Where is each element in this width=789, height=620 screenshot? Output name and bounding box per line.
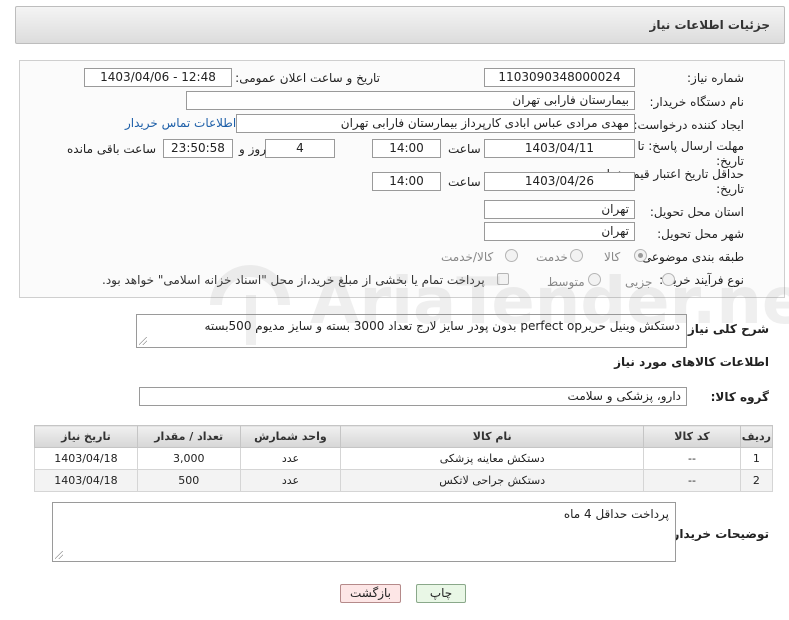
creator-field[interactable]: مهدی مرادی عباس ابادی کارپرداز بیمارستان… (236, 114, 635, 133)
province-field[interactable]: تهران (484, 200, 635, 219)
table-row[interactable]: 2 -- دستکش جراحی لاتکس عدد 500 1403/04/1… (34, 469, 774, 492)
cell-quantity: 3,000 (136, 447, 241, 470)
time-remaining-field[interactable]: 23:50:58 (163, 139, 233, 158)
buyer-notes-label: توضیحات خریدار: (667, 527, 769, 541)
cell-row-number: 1 (739, 447, 774, 470)
announce-date-field[interactable]: 1403/04/06 - 12:48 (84, 68, 232, 87)
cell-item-name: دستکش جراحی لاتکس (340, 469, 645, 492)
cell-item-code: -- (643, 469, 741, 492)
cell-unit: عدد (239, 469, 342, 492)
col-header-quantity: تعداد / مقدار (136, 425, 241, 448)
description-textarea[interactable]: دستکش وینیل حریرperfect op بدون پودر سای… (136, 314, 687, 348)
back-button[interactable]: بازگشت (340, 584, 401, 603)
page-header: جزئیات اطلاعات نیاز (15, 6, 785, 44)
col-header-row-number: ردیف (739, 425, 774, 448)
page-title: جزئیات اطلاعات نیاز (649, 18, 770, 32)
reply-date-field[interactable]: 1403/04/11 (484, 139, 635, 158)
price-validity-time-label: ساعت (448, 175, 481, 189)
resize-grip-icon[interactable] (55, 551, 63, 559)
table-header-row: ردیف کد کالا نام کالا واحد شمارش تعداد /… (34, 425, 774, 448)
need-number-label: شماره نیاز: (687, 71, 744, 85)
treasury-docs-text: پرداخت تمام یا بخشی از مبلغ خرید،از محل … (102, 273, 485, 287)
goods-table: ردیف کد کالا نام کالا واحد شمارش تعداد /… (34, 425, 774, 492)
print-button[interactable]: چاپ (416, 584, 466, 603)
goods-group-label: گروه کالا: (710, 390, 769, 404)
process-radio-minor[interactable] (662, 273, 675, 286)
days-remaining-field[interactable]: 4 (265, 139, 335, 158)
category-radio-goods[interactable] (634, 249, 647, 262)
reply-deadline-label-2: تاریخ: (716, 154, 744, 168)
category-option-goods-service: کالا/خدمت (441, 250, 494, 264)
time-remaining-label: ساعت باقی مانده (67, 142, 157, 156)
resize-grip-icon[interactable] (139, 337, 147, 345)
buyer-org-label: نام دستگاه خریدار: (649, 95, 745, 109)
col-header-unit: واحد شمارش (239, 425, 342, 448)
description-label: شرح کلی نیاز: (683, 322, 769, 336)
buyer-org-field[interactable]: بیمارستان فارابی تهران (186, 91, 635, 110)
goods-section-title: اطلاعات کالاهای مورد نیاز (614, 355, 769, 369)
category-option-service: خدمت (536, 250, 568, 264)
cell-item-code: -- (643, 447, 741, 470)
buyer-notes-text: پرداخت حداقل 4 ماه (563, 507, 669, 521)
cell-quantity: 500 (136, 469, 241, 492)
col-header-item-name: نام کالا (340, 425, 645, 448)
col-header-item-code: کد کالا (643, 425, 741, 448)
cell-need-date: 1403/04/18 (34, 469, 138, 492)
col-header-need-date: تاریخ نیاز (34, 425, 138, 448)
need-number-field[interactable]: 1103090348000024 (484, 68, 635, 87)
cell-item-name: دستکش معاینه پزشکی (340, 447, 645, 470)
price-validity-date-field[interactable]: 1403/04/26 (484, 172, 635, 191)
province-label: استان محل تحویل: (649, 205, 744, 219)
category-radio-service[interactable] (570, 249, 583, 262)
city-label: شهر محل تحویل: (657, 227, 744, 241)
table-row[interactable]: 1 -- دستکش معاینه پزشکی عدد 3,000 1403/0… (34, 447, 774, 470)
announce-date-label: تاریخ و ساعت اعلان عمومی: (235, 71, 380, 85)
cell-row-number: 2 (739, 469, 774, 492)
process-radio-medium[interactable] (588, 273, 601, 286)
creator-label: ایجاد کننده درخواست: (633, 118, 744, 132)
process-option-minor: جزیی (625, 275, 653, 289)
reply-time-label: ساعت (448, 142, 481, 156)
cell-unit: عدد (239, 447, 342, 470)
cell-need-date: 1403/04/18 (34, 447, 138, 470)
description-text: دستکش وینیل حریرperfect op بدون پودر سای… (204, 319, 680, 333)
price-validity-time-field[interactable]: 14:00 (372, 172, 441, 191)
city-field[interactable]: تهران (484, 222, 635, 241)
process-option-medium: متوسط (547, 275, 585, 289)
goods-group-field[interactable]: دارو، پزشکی و سلامت (139, 387, 687, 406)
reply-deadline-label: مهلت ارسال پاسخ: تا (637, 139, 744, 153)
buyer-contact-link[interactable]: اطلاعات تماس خریدار (125, 116, 236, 130)
price-validity-label-2: تاریخ: (716, 182, 744, 196)
days-label: روز و (239, 142, 266, 156)
reply-time-field[interactable]: 14:00 (372, 139, 441, 158)
category-radio-goods-service[interactable] (505, 249, 518, 262)
buyer-notes-textarea[interactable]: پرداخت حداقل 4 ماه (52, 502, 676, 562)
treasury-docs-checkbox[interactable] (497, 273, 509, 285)
category-option-goods: کالا (604, 250, 621, 264)
category-label: طبقه بندی موضوعی: (637, 250, 744, 264)
